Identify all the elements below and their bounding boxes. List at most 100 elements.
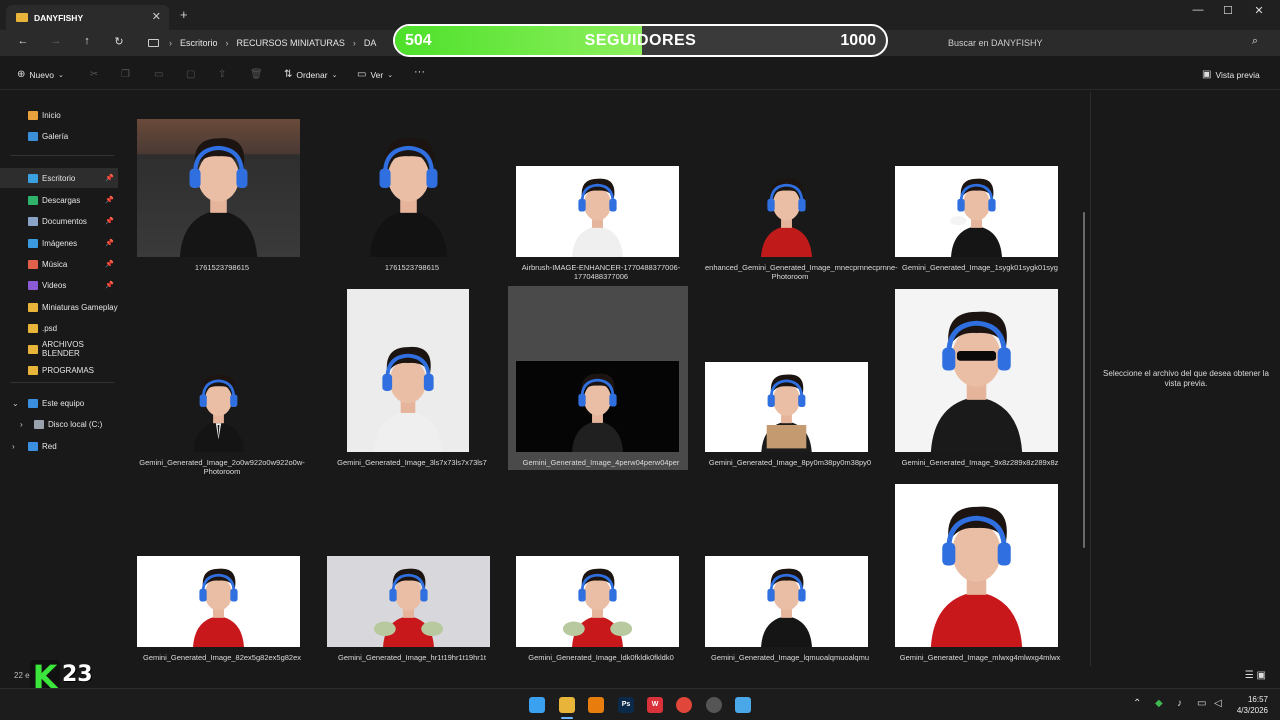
- defender-icon[interactable]: ◆: [1155, 698, 1163, 709]
- file-thumbnail: [895, 166, 1058, 257]
- clock[interactable]: 16:57 4/3/2026: [1232, 694, 1268, 716]
- sidebar-item-label: Escritorio: [42, 173, 76, 183]
- more-options-button[interactable]: ···: [414, 66, 425, 78]
- file-name: Gemini_Generated_Image_2o0w922o0w922o0w-…: [139, 458, 305, 476]
- followers-goal: 1000: [840, 32, 876, 49]
- view-button[interactable]: ▭ Ver ⌄: [357, 69, 397, 80]
- search-input[interactable]: Buscar en DANYFISHY: [948, 38, 1043, 48]
- microphone-icon[interactable]: ♪: [1177, 698, 1182, 709]
- file-name: Gemini_Generated_Image_1sygk01sygk01syg: [902, 263, 1058, 272]
- preview-pane-icon: ▣: [1202, 69, 1212, 80]
- chevron-right-icon: ›: [225, 38, 229, 48]
- drive-icon: [34, 419, 44, 429]
- file-thumbnail: [516, 361, 679, 452]
- rename-icon[interactable]: ▢: [186, 69, 195, 80]
- sidebar-item[interactable]: Descargas 📌: [0, 190, 118, 210]
- chevron-icon[interactable]: ›: [12, 442, 15, 451]
- chrome-icon[interactable]: [676, 697, 692, 713]
- back-arrow-icon[interactable]: ←: [13, 35, 33, 47]
- network-icon[interactable]: ▭: [1197, 698, 1206, 709]
- sidebar-item[interactable]: ARCHIVOS BLENDER: [0, 339, 118, 359]
- documents-icon: [28, 216, 38, 226]
- cut-icon[interactable]: ✂: [90, 69, 98, 80]
- wps-icon[interactable]: W: [647, 697, 663, 713]
- file-name: Gemini_Generated_Image_lqmuoalqmuoalqmu: [710, 653, 869, 662]
- view-toggle-icons[interactable]: ☰ ▣: [1245, 670, 1266, 681]
- sidebar-item[interactable]: Documentos 📌: [0, 211, 118, 231]
- obs-icon[interactable]: [706, 697, 722, 713]
- sidebar-item[interactable]: Imágenes 📌: [0, 233, 118, 253]
- sidebar-item[interactable]: PROGRAMAS: [0, 360, 118, 380]
- preview-pane: Seleccione el archivo del que desea obte…: [1090, 92, 1280, 666]
- paste-icon[interactable]: ▭: [154, 69, 163, 80]
- minimize-button[interactable]: —: [1183, 4, 1213, 16]
- pin-icon: 📌: [105, 261, 114, 268]
- new-button[interactable]: ⊕ Nuevo ⌄: [17, 69, 68, 80]
- maximize-button[interactable]: ☐: [1213, 4, 1243, 17]
- sidebar-divider: [10, 155, 114, 156]
- pin-icon: 📌: [105, 218, 114, 225]
- pin-icon: 📌: [105, 282, 114, 289]
- search-icon: ⌕: [1251, 35, 1258, 47]
- computer-icon: [28, 398, 38, 408]
- tab-close-icon[interactable]: ✕: [152, 10, 161, 23]
- sidebar-item[interactable]: Inicio: [0, 105, 118, 125]
- vertical-scrollbar[interactable]: [1083, 212, 1085, 548]
- file-thumbnail: [895, 484, 1058, 647]
- breadcrumb-danyfishy[interactable]: DA: [364, 38, 377, 48]
- sidebar-item-local-disk[interactable]: › Disco local (C:): [0, 414, 118, 434]
- forward-arrow-icon[interactable]: →: [46, 35, 66, 47]
- volume-icon[interactable]: ◁: [1214, 698, 1222, 709]
- sort-button[interactable]: ⇅ Ordenar ⌄: [284, 69, 341, 80]
- clock-date: 4/3/2026: [1236, 706, 1268, 715]
- notepad-icon[interactable]: [735, 697, 751, 713]
- file-thumbnail: [137, 362, 300, 452]
- delete-icon[interactable]: 🗑: [250, 69, 263, 80]
- start-icon[interactable]: [529, 697, 545, 713]
- search-box[interactable]: Buscar en DANYFISHY ⌕: [938, 32, 1268, 54]
- sidebar-item-label: Música: [42, 259, 68, 269]
- sidebar-item[interactable]: .psd: [0, 318, 118, 338]
- sidebar-item-network[interactable]: › Red: [0, 436, 118, 456]
- chevron-icon[interactable]: ›: [20, 420, 23, 429]
- tab-danyfishy[interactable]: DANYFISHY ✕: [6, 5, 169, 30]
- k23-logo-number: 23: [62, 662, 93, 687]
- download-icon: [28, 195, 38, 205]
- file-explorer-icon[interactable]: [559, 697, 575, 713]
- file-thumbnail: [705, 362, 868, 452]
- sidebar-item[interactable]: Galería: [0, 126, 118, 146]
- share-icon[interactable]: ⇪: [218, 69, 226, 80]
- file-name: Gemini_Generated_Image_82ex5g82ex5g82ex: [142, 653, 302, 662]
- chevron-right-icon: ›: [352, 38, 356, 48]
- close-window-button[interactable]: ✕: [1244, 4, 1274, 17]
- blender-icon[interactable]: [588, 697, 604, 713]
- sidebar-item-this-pc[interactable]: ⌄ Este equipo: [0, 393, 118, 413]
- chevron-icon[interactable]: ⌄: [12, 399, 19, 408]
- preview-pane-button[interactable]: ▣ Vista previa: [1202, 69, 1260, 80]
- breadcrumb-escritorio[interactable]: Escritorio: [180, 38, 218, 48]
- sidebar-item-label: .psd: [42, 323, 58, 333]
- up-arrow-icon[interactable]: ↑: [77, 35, 97, 47]
- file-thumbnail: [137, 556, 300, 647]
- file-name: enhanced_Gemini_Generated_Image_mnecprnn…: [705, 263, 898, 281]
- refresh-icon[interactable]: ↻: [109, 35, 129, 48]
- sidebar-item[interactable]: Videos 📌: [0, 275, 118, 295]
- breadcrumb-recursos-miniaturas[interactable]: RECURSOS MINIATURAS: [237, 38, 345, 48]
- chevron-up-icon[interactable]: ⌃: [1133, 698, 1141, 709]
- sidebar-item[interactable]: Escritorio 📌: [0, 168, 118, 188]
- file-name: 1761523798615: [384, 263, 440, 272]
- file-name: Airbrush-IMAGE-ENHANCER-1770488377006-17…: [521, 263, 681, 281]
- sidebar-item-label: ARCHIVOS BLENDER: [42, 340, 84, 358]
- photoshop-icon[interactable]: Ps: [618, 697, 634, 713]
- sidebar-item[interactable]: Miniaturas Gameplay: [0, 297, 118, 317]
- status-bar: 22 el ☰ ▣: [0, 666, 1280, 686]
- copy-icon[interactable]: ❐: [121, 69, 130, 80]
- pin-icon: 📌: [105, 175, 114, 182]
- folder-icon: [28, 323, 38, 333]
- clock-time: 16:57: [1247, 695, 1268, 704]
- videos-icon: [28, 280, 38, 290]
- sidebar-item[interactable]: Música 📌: [0, 254, 118, 274]
- gallery-icon: [28, 131, 38, 141]
- new-tab-button[interactable]: +: [180, 7, 188, 22]
- sort-icon: ⇅: [284, 69, 293, 80]
